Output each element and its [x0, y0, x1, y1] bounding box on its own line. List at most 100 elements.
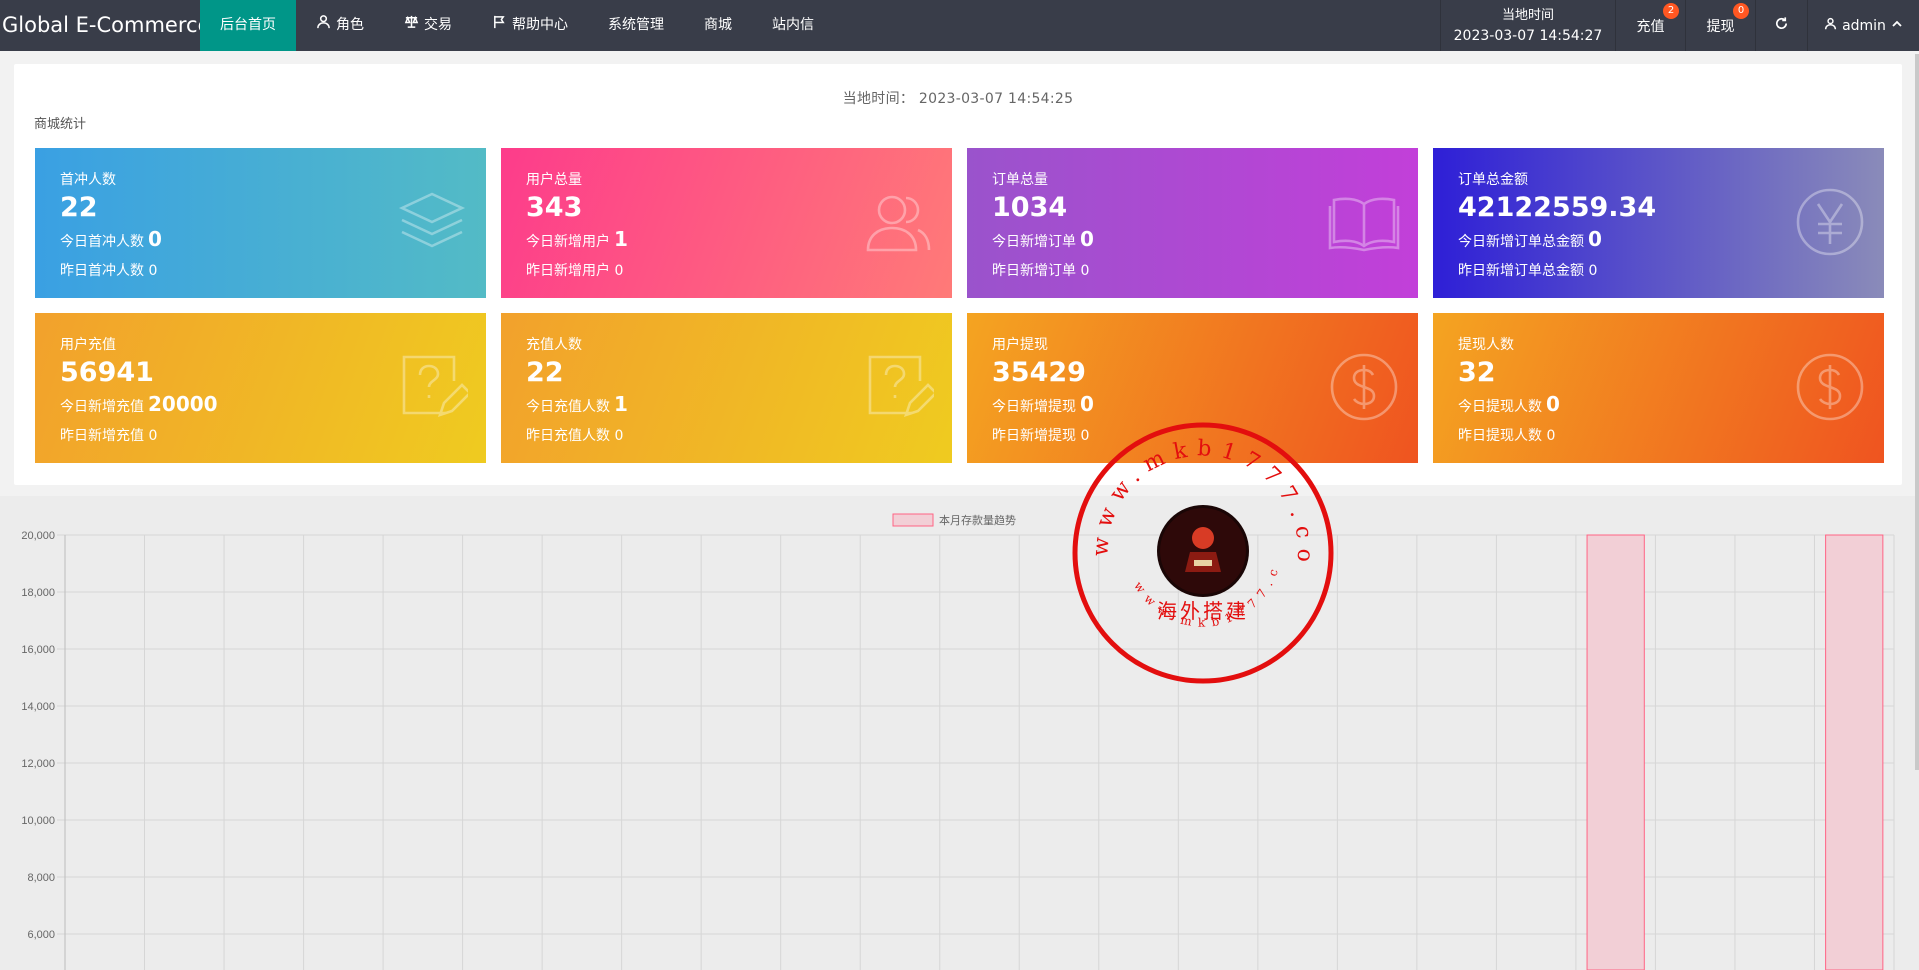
- stat-card-today-value: 0: [1080, 227, 1094, 251]
- stat-card-label: 用户提现: [992, 337, 1048, 353]
- stat-card-yesterday: 昨日充值人数 0: [526, 428, 624, 444]
- panel-local-time: 当地时间： 2023-03-07 14:54:25: [842, 91, 1074, 107]
- top-navbar: Global E-Commerce... 后台首页 角色 交易 帮助中心 系统管…: [0, 0, 1919, 51]
- stat-card-total-orders: 订单总量 1034 今日新增订单 0 昨日新增订单 0: [967, 148, 1418, 298]
- stat-card-today-value: 1: [614, 227, 628, 251]
- stat-card-label: 用户总量: [526, 172, 582, 188]
- y-tick-label: 10,000: [21, 815, 55, 827]
- stat-card-value: 22: [60, 192, 98, 223]
- stat-card-label: 用户充值: [60, 337, 116, 353]
- nav-item-mall[interactable]: 商城: [684, 0, 752, 51]
- stat-card-today-value: 20000: [148, 392, 218, 416]
- stat-card-today: 今日新增充值 20000: [60, 392, 218, 416]
- stat-card-yesterday: 昨日新增充值 0: [60, 428, 158, 444]
- user-icon: [316, 0, 331, 51]
- nav-item-label: 后台首页: [220, 17, 276, 33]
- user-menu[interactable]: admin: [1807, 0, 1919, 51]
- stat-card-yesterday: 昨日新增用户 0: [526, 263, 624, 279]
- y-tick-label: 20,000: [21, 530, 55, 542]
- book-icon: [1328, 186, 1400, 258]
- stat-card-today: 今日新增订单 0: [992, 227, 1094, 251]
- panel-title: 商城统计: [34, 117, 87, 132]
- deposit-trend-chart-svg: 20,000 18,000 16,000 14,000 12,000 10,000 8,00…: [21, 513, 1895, 970]
- stat-card-today-label: 今日新增充值: [60, 399, 144, 415]
- watermark-stamp-svg: www.mkb1777.com 海外搭建 www.mkb1777.com: [1055, 401, 1334, 684]
- stat-card-value: 22: [526, 357, 564, 388]
- stat-card-total-users: 用户总量 343 今日新增用户 1 昨日新增用户 0: [501, 148, 952, 298]
- stat-card-today-label: 今日充值人数: [526, 399, 610, 415]
- stat-card-today-label: 今日提现人数: [1458, 399, 1542, 415]
- users-icon: [862, 186, 934, 258]
- stat-card-today-label: 今日新增提现: [992, 399, 1076, 415]
- edit-note-icon: [396, 351, 472, 423]
- stat-card-value: 32: [1458, 357, 1496, 388]
- withdraw-button[interactable]: 提现 0: [1685, 0, 1755, 51]
- stat-card-label: 订单总量: [992, 172, 1048, 188]
- stat-card-total-order-amount: 订单总金额 42122559.34 今日新增订单总金额 0 昨日新增订单总金额 0: [1433, 148, 1884, 298]
- chart-bar: [1586, 534, 1645, 970]
- stat-card-today-value: 0: [1080, 392, 1094, 416]
- stat-card-yesterday: 昨日新增订单总金额 0: [1458, 263, 1598, 279]
- stat-card-value: 1034: [992, 192, 1068, 223]
- stat-card-value: 56941: [60, 357, 154, 388]
- stat-card-today-label: 今日新增用户: [526, 234, 610, 250]
- chevron-up-icon: [1891, 18, 1903, 34]
- nav-item-label: 交易: [424, 17, 452, 33]
- refresh-icon: [1774, 16, 1789, 35]
- nav-item-roles[interactable]: 角色: [296, 0, 384, 51]
- stat-card-today-value: 0: [148, 227, 162, 251]
- withdraw-label: 提现: [1706, 18, 1735, 35]
- stat-card-user-recharge: 用户充值 56941 今日新增充值 20000 昨日新增充值 0: [35, 313, 486, 463]
- refresh-button[interactable]: [1755, 0, 1807, 51]
- nav-item-label: 帮助中心: [512, 17, 568, 33]
- app-logo-title[interactable]: Global E-Commerce...: [0, 0, 231, 51]
- username: admin: [1842, 17, 1886, 34]
- deposit-trend-chart: 20,000 18,000 16,000 14,000 12,000 10,000 8,00…: [0, 496, 1919, 970]
- recharge-button[interactable]: 充值 2: [1615, 0, 1685, 51]
- nav-item-messages[interactable]: 站内信: [752, 0, 834, 51]
- layers-icon: [396, 186, 468, 258]
- y-tick-label: 6,000: [27, 929, 55, 941]
- stat-card-today: 今日新增用户 1: [526, 227, 628, 251]
- stat-card-today-label: 今日新增订单: [992, 234, 1076, 250]
- stat-card-first-deposit-users: 首冲人数 22 今日首冲人数 0 昨日首冲人数 0: [35, 148, 486, 298]
- stat-card-recharge-users: 充值人数 22 今日充值人数 1 昨日充值人数 0: [501, 313, 952, 463]
- stat-card-today: 今日首冲人数 0: [60, 227, 162, 251]
- nav-item-label: 站内信: [772, 17, 814, 33]
- stat-card-today: 今日新增提现 0: [992, 392, 1094, 416]
- nav-item-label: 商城: [704, 17, 732, 33]
- header-right: 当地时间 2023-03-07 14:54:27 充值 2 提现 0 admin: [1440, 0, 1919, 51]
- y-tick-label: 12,000: [21, 758, 55, 770]
- y-tick-label: 14,000: [21, 701, 55, 713]
- dollar-icon: [1328, 351, 1400, 423]
- recharge-count-badge: 2: [1663, 3, 1679, 19]
- watermark-stamp: www.mkb1777.com 海外搭建 www.mkb1777.com: [1055, 401, 1336, 686]
- y-tick-label: 8,000: [27, 872, 55, 884]
- nav-item-system-management[interactable]: 系统管理: [588, 0, 684, 51]
- yen-icon: [1794, 186, 1866, 258]
- mall-statistics-panel: 当地时间： 2023-03-07 14:54:25 商城统计 首冲人数 22 今…: [14, 64, 1902, 485]
- nav-item-transactions[interactable]: 交易: [384, 0, 472, 51]
- stat-card-today-value: 1: [614, 392, 628, 416]
- header-local-time: 当地时间 2023-03-07 14:54:27: [1440, 0, 1615, 51]
- page-scrollbar[interactable]: [1915, 54, 1919, 770]
- scale-icon: [404, 0, 419, 51]
- stat-card-value: 35429: [992, 357, 1086, 388]
- nav-item-help-center[interactable]: 帮助中心: [472, 0, 588, 51]
- withdraw-count-badge: 0: [1733, 3, 1749, 19]
- local-time-label: 当地时间: [1501, 7, 1554, 23]
- stat-card-label: 充值人数: [526, 337, 582, 353]
- nav-item-dashboard[interactable]: 后台首页: [200, 0, 296, 51]
- local-time-value: 2023-03-07 14:54:27: [1453, 27, 1603, 44]
- flag-icon: [492, 0, 507, 51]
- stat-card-today: 今日充值人数 1: [526, 392, 628, 416]
- stat-card-today-label: 今日首冲人数: [60, 234, 144, 250]
- stat-card-today: 今日新增订单总金额 0: [1458, 227, 1602, 251]
- stat-card-value: 343: [526, 192, 583, 223]
- stat-card-value: 42122559.34: [1458, 192, 1657, 223]
- stat-card-yesterday: 昨日提现人数 0: [1458, 428, 1556, 444]
- stat-card-label: 首冲人数: [60, 172, 116, 188]
- stat-card-today-value: 0: [1588, 227, 1602, 251]
- dollar-icon: [1794, 351, 1866, 423]
- recharge-label: 充值: [1636, 18, 1665, 35]
